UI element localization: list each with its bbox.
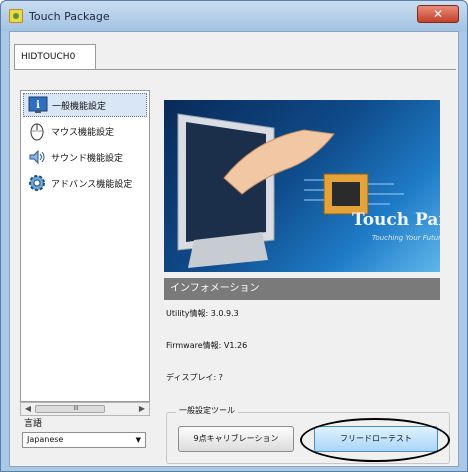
- info-icon: i: [28, 95, 48, 115]
- sidebar-item-general[interactable]: i 一般機能設定: [23, 93, 147, 117]
- title-bar[interactable]: Touch Package ✕: [1, 1, 467, 31]
- mouse-icon: [27, 121, 47, 141]
- sidebar-item-label: マウス機能設定: [51, 127, 115, 138]
- tab-hidtouch0[interactable]: HIDTOUCH0: [14, 44, 96, 70]
- sidebar-item-label: 一般機能設定: [52, 101, 107, 112]
- utility-info: Utility情報: 3.0.9.3: [166, 309, 239, 318]
- sidebar-item-mouse[interactable]: マウス機能設定: [23, 119, 147, 143]
- highlight-annotation: [300, 418, 450, 462]
- app-icon: [9, 9, 23, 23]
- tools-group-label: 一般設定ツール: [176, 405, 238, 416]
- window-title: Touch Package: [29, 10, 110, 23]
- scroll-right-icon[interactable]: ▶: [136, 403, 148, 415]
- client-area: HIDTOUCH0 i 一般機能設定 マウス機能設定 サウンド機能設定 アドバン…: [9, 31, 459, 467]
- close-button[interactable]: ✕: [417, 5, 459, 23]
- sidebar-item-sound[interactable]: サウンド機能設定: [23, 145, 147, 169]
- svg-text:i: i: [36, 100, 40, 111]
- sidebar-item-label: アドバンス機能設定: [51, 179, 133, 190]
- settings-sidebar: i 一般機能設定 マウス機能設定 サウンド機能設定 アドバンス機能設定: [20, 90, 150, 402]
- app-window: Touch Package ✕ HIDTOUCH0 i 一般機能設定 マウス機能…: [0, 0, 468, 472]
- calibration-button[interactable]: 9点キャリブレーション: [178, 426, 294, 452]
- firmware-info: Firmware情報: V1.26: [166, 341, 248, 350]
- sidebar-scrollbar[interactable]: ◀ III ▶: [20, 402, 150, 416]
- scroll-grip: III: [73, 405, 79, 412]
- scroll-left-icon[interactable]: ◀: [22, 403, 34, 415]
- language-label: 言語: [24, 419, 43, 429]
- banner-title: Touch Panel: [352, 210, 440, 230]
- speaker-icon: [27, 147, 47, 167]
- language-value: Japanese: [27, 435, 64, 444]
- info-header: インフォメーション: [164, 278, 440, 300]
- touch-panel-banner: Touch Panel Touching Your Future: [164, 100, 440, 272]
- display-info: ディスプレイ: ?: [166, 373, 223, 382]
- banner-illustration: [177, 113, 404, 268]
- language-select[interactable]: Japanese ▼: [22, 432, 146, 448]
- tab-divider: [14, 69, 456, 70]
- banner-subtitle: Touching Your Future: [372, 234, 440, 242]
- chevron-down-icon: ▼: [135, 436, 141, 444]
- gear-icon: [27, 173, 47, 193]
- sidebar-item-label: サウンド機能設定: [51, 153, 124, 164]
- sidebar-item-advanced[interactable]: アドバンス機能設定: [23, 171, 147, 195]
